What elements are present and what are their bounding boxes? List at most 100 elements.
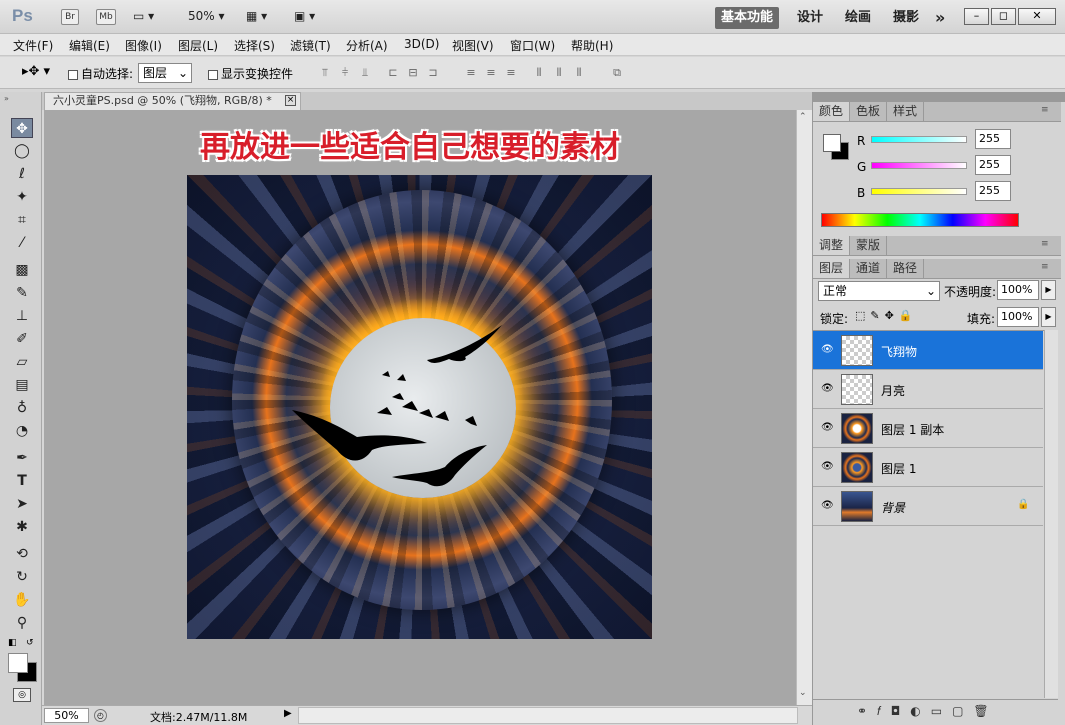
fill-arrow-icon[interactable]: ▶ (1041, 307, 1056, 327)
quick-mask-icon[interactable]: ◎ (13, 688, 31, 702)
align-left-icon[interactable]: ⊏ (386, 66, 400, 80)
align-hcenter-icon[interactable]: ⊟ (406, 66, 420, 80)
g-slider[interactable] (871, 162, 967, 169)
eraser-icon[interactable]: ▱ (11, 352, 33, 372)
menu-layer[interactable]: 图层(L) (178, 37, 218, 54)
color-fg-swatch[interactable] (823, 134, 841, 152)
eyedropper-icon[interactable]: ⁄ (11, 233, 33, 253)
move-tool-icon[interactable]: ✥ (11, 118, 33, 138)
adjustments-menu-icon[interactable]: ≡ (1041, 239, 1049, 249)
layer-visibility-eye-icon[interactable]: 👁 (821, 461, 835, 473)
brush-icon[interactable]: ✎ (11, 283, 33, 303)
document-tab[interactable]: 六小灵童PS.psd @ 50% (飞翔物, RGB/8) * (44, 92, 301, 110)
crop-icon[interactable]: ⌗ (11, 210, 33, 230)
show-transform-checkbox[interactable]: 显示变换控件 (208, 65, 293, 82)
tab-styles[interactable]: 样式 (887, 102, 925, 121)
align-right-icon[interactable]: ⊐ (426, 66, 440, 80)
menu-analysis[interactable]: 分析(A) (346, 37, 388, 54)
b-slider[interactable] (871, 188, 967, 195)
b-value-field[interactable]: 255 (975, 181, 1011, 201)
color-spectrum-bar[interactable] (821, 213, 1019, 227)
g-value-field[interactable]: 255 (975, 155, 1011, 175)
tab-swatches[interactable]: 色板 (850, 102, 888, 121)
gradient-icon[interactable]: ▤ (11, 375, 33, 395)
more-workspaces-button[interactable]: » (935, 7, 945, 29)
layer-row-flying[interactable]: 👁 飞翔物 (813, 331, 1043, 370)
3d-rotate-icon[interactable]: ⟲ (11, 544, 33, 564)
blur-icon[interactable]: ♁ (11, 398, 33, 418)
zoom-tool-icon[interactable]: ⚲ (11, 613, 33, 633)
auto-align-icon[interactable]: ⧉ (610, 66, 624, 80)
distribute-vcenter-icon[interactable]: ≡ (484, 66, 498, 80)
layers-scrollbar[interactable] (1044, 330, 1058, 698)
menu-filter[interactable]: 滤镜(T) (290, 37, 331, 54)
align-top-icon[interactable]: ⫪ (318, 66, 332, 80)
distribute-right-icon[interactable]: ⦀ (572, 66, 586, 80)
magic-wand-icon[interactable]: ✦ (11, 187, 33, 207)
scroll-down-icon[interactable]: ⌄ (799, 688, 807, 698)
workspace-photography[interactable]: 摄影 (893, 7, 919, 29)
menu-select[interactable]: 选择(S) (234, 37, 275, 54)
pen-icon[interactable]: ✒ (11, 448, 33, 468)
move-tool-preset-icon[interactable]: ▸✥ ▾ (22, 64, 50, 79)
workspace-painting[interactable]: 绘画 (845, 7, 871, 29)
path-selection-icon[interactable]: ➤ (11, 494, 33, 514)
workspace-essentials[interactable]: 基本功能 (715, 7, 779, 29)
layer-visibility-eye-icon[interactable]: 👁 (821, 383, 835, 395)
workspace-design[interactable]: 设计 (797, 7, 823, 29)
opacity-arrow-icon[interactable]: ▶ (1041, 280, 1056, 300)
mini-bridge-button[interactable]: Mb (96, 9, 116, 25)
bridge-button[interactable]: Br (61, 9, 79, 25)
layers-menu-icon[interactable]: ≡ (1041, 262, 1049, 272)
r-slider[interactable] (871, 136, 967, 143)
lasso-icon[interactable]: ℓ (11, 164, 33, 184)
collapse-toolbox-icon[interactable]: » (4, 94, 9, 103)
tab-masks[interactable]: 蒙版 (850, 236, 888, 255)
swap-colors-icon[interactable]: ↺ (26, 638, 34, 648)
tab-color[interactable]: 颜色 (813, 102, 851, 121)
align-vcenter-icon[interactable]: ⫩ (338, 66, 352, 80)
tab-channels[interactable]: 通道 (850, 259, 888, 278)
opacity-field[interactable]: 100% (997, 280, 1039, 300)
auto-select-checkbox[interactable]: 自动选择: (68, 65, 133, 82)
distribute-hcenter-icon[interactable]: ⦀ (552, 66, 566, 80)
menu-window[interactable]: 窗口(W) (510, 37, 555, 54)
screen-mode-icon[interactable]: ▣ ▾ (294, 9, 315, 23)
lock-icons[interactable]: ⬚✎✥🔒 (855, 309, 918, 322)
menu-file[interactable]: 文件(F) (13, 37, 53, 54)
tab-paths[interactable]: 路径 (887, 259, 925, 278)
tab-adjustments[interactable]: 调整 (813, 236, 851, 255)
layer-visibility-eye-icon[interactable]: 👁 (821, 500, 835, 512)
type-tool-icon[interactable]: T (11, 471, 33, 491)
blend-mode-dropdown[interactable]: 正常 ⌄ (818, 281, 940, 301)
status-info-icon[interactable]: ◴ (94, 709, 107, 722)
menu-edit[interactable]: 编辑(E) (69, 37, 110, 54)
layers-footer-buttons[interactable]: ⚭𝑓◘◐▭▢🗑 (813, 699, 1058, 723)
tab-layers[interactable]: 图层 (813, 259, 851, 278)
layer-row-moon[interactable]: 👁 月亮 (813, 370, 1043, 409)
color-panel-menu-icon[interactable]: ≡ (1041, 105, 1049, 115)
menu-image[interactable]: 图像(I) (125, 37, 162, 54)
scroll-up-icon[interactable]: ⌃ (799, 112, 807, 122)
status-zoom-field[interactable]: 50% (44, 708, 89, 723)
3d-orbit-icon[interactable]: ↻ (11, 567, 33, 587)
hand-tool-icon[interactable]: ✋ (11, 590, 33, 610)
layer-row-layer1[interactable]: 👁 图层 1 (813, 448, 1043, 487)
auto-select-dropdown[interactable]: 图层 ⌄ (138, 63, 192, 83)
close-button[interactable]: ✕ (1018, 8, 1056, 25)
menu-view[interactable]: 视图(V) (452, 37, 494, 54)
distribute-top-icon[interactable]: ≡ (464, 66, 478, 80)
fill-field[interactable]: 100% (997, 307, 1039, 327)
align-bottom-icon[interactable]: ⫫ (358, 66, 372, 80)
status-menu-arrow-icon[interactable]: ▶ (284, 708, 292, 719)
vertical-scrollbar[interactable]: ⌃ ⌄ (796, 110, 812, 706)
document-image[interactable] (187, 175, 652, 639)
history-brush-icon[interactable]: ✐ (11, 329, 33, 349)
horizontal-scrollbar[interactable] (298, 707, 798, 724)
default-colors-icon[interactable]: ◧ (8, 638, 17, 648)
layer-visibility-eye-icon[interactable]: 👁 (821, 422, 835, 434)
minimize-button[interactable]: – (964, 8, 989, 25)
layer-visibility-eye-icon[interactable]: 👁 (821, 344, 835, 356)
distribute-left-icon[interactable]: ⦀ (532, 66, 546, 80)
spot-healing-icon[interactable]: ▩ (11, 260, 33, 280)
